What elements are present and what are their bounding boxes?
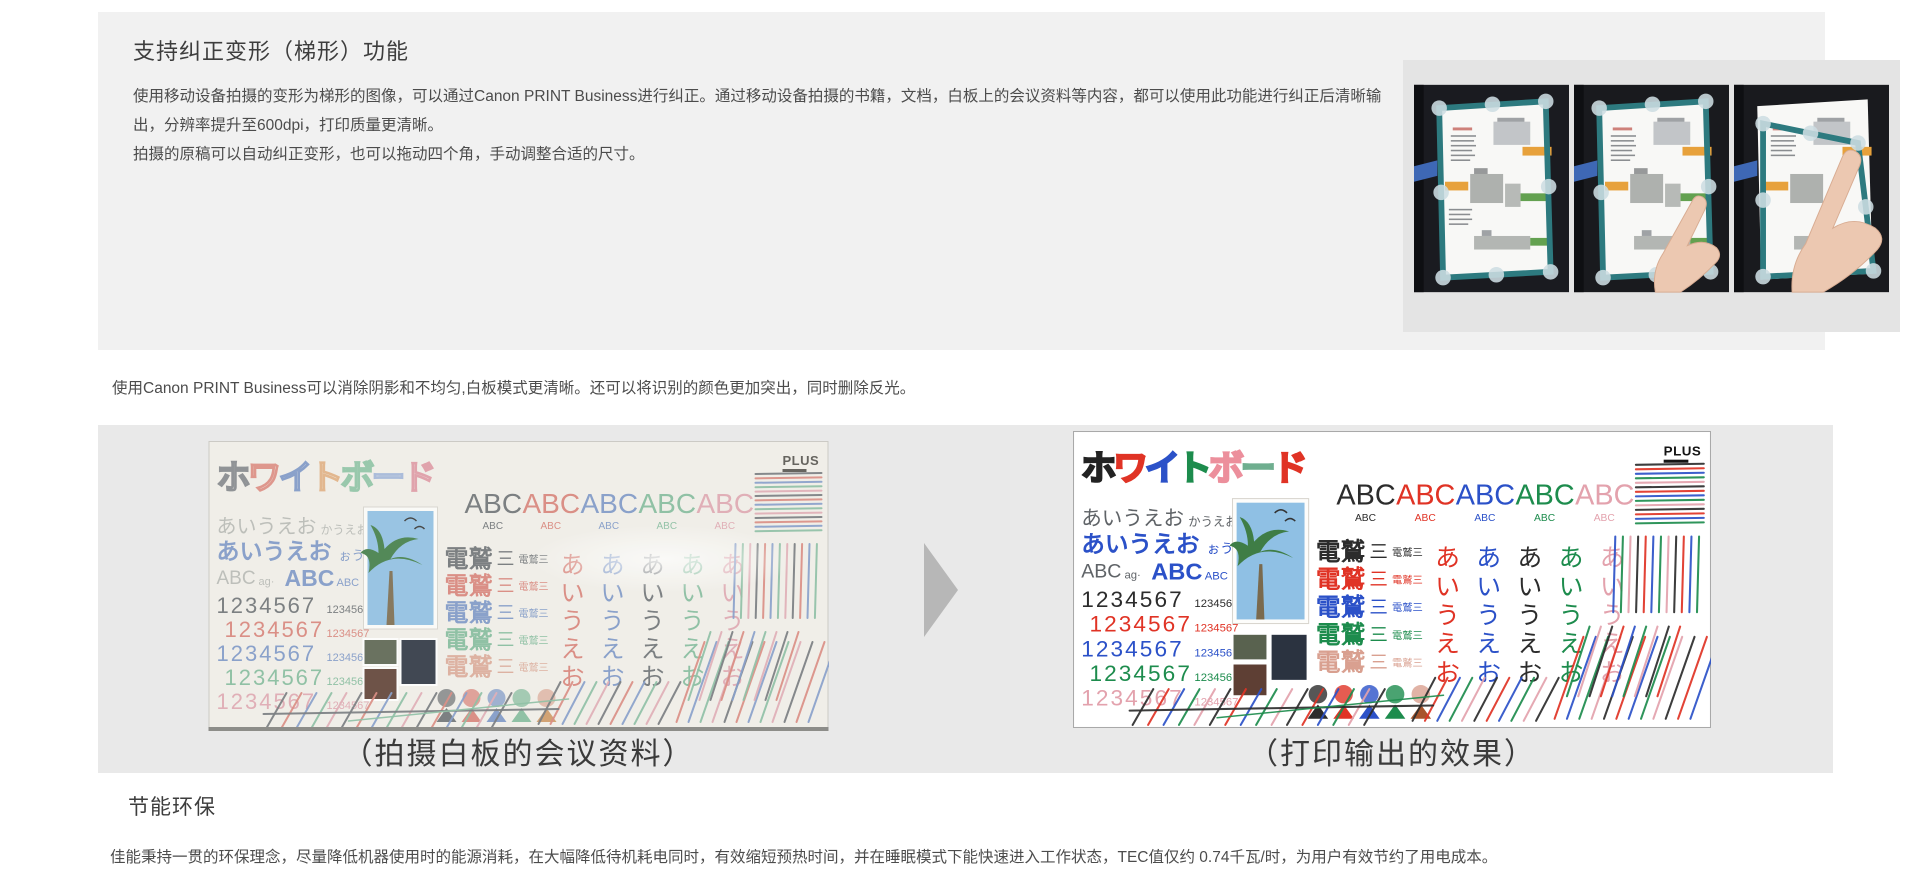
product-feature-page: 支持纠正变形（梯形）功能 使用移动设备拍摄的变形为梯形的图像，可以通过Canon… xyxy=(0,0,1920,896)
svg-text:あ: あ xyxy=(1600,545,1625,572)
svg-text:1234567: 1234567 xyxy=(1194,598,1238,610)
svg-text:あいうえお: あいうえお xyxy=(1081,532,1199,558)
svg-text:電鷲: 電鷲 xyxy=(1316,537,1366,566)
svg-text:い: い xyxy=(1559,574,1584,601)
svg-text:電鷲三: 電鷲三 xyxy=(1392,546,1423,559)
svg-text:う: う xyxy=(1518,603,1543,630)
svg-text:ABC: ABC xyxy=(1474,513,1496,524)
svg-text:ド: ド xyxy=(1273,449,1308,488)
svg-text:ABC: ABC xyxy=(1151,560,1202,586)
paragraph-line: 拍摄的原稿可以自动纠正变形，也可以拖动四个角，手动调整合适的尺寸。 xyxy=(133,140,1381,169)
svg-text:電鷲: 電鷲 xyxy=(1316,592,1366,621)
svg-text:かうえお: かうえお xyxy=(1188,515,1237,529)
svg-text:う: う xyxy=(1435,603,1460,630)
svg-text:あ: あ xyxy=(1476,545,1501,572)
whiteboard-intro-text: 使用Canon PRINT Business可以消除阴影和不均匀,白板模式更清晰… xyxy=(112,376,915,398)
svg-text:う: う xyxy=(1559,603,1584,630)
svg-text:ホ: ホ xyxy=(1081,449,1116,488)
svg-text:1234567: 1234567 xyxy=(1081,636,1184,661)
svg-text:お: お xyxy=(1476,660,1501,687)
svg-text:ABC: ABC xyxy=(1534,513,1556,524)
correction-step-2-image xyxy=(1574,82,1729,295)
svg-text:ABC: ABC xyxy=(1575,480,1634,512)
svg-text:え: え xyxy=(1518,631,1543,658)
svg-text:三: 三 xyxy=(1369,541,1388,562)
svg-text:電鷲: 電鷲 xyxy=(1316,620,1366,649)
svg-text:う: う xyxy=(1476,603,1501,630)
correction-steps-image xyxy=(1403,60,1900,332)
svg-text:あ: あ xyxy=(1559,545,1584,572)
svg-text:あ: あ xyxy=(1518,545,1543,572)
svg-text:ワ: ワ xyxy=(1113,449,1148,488)
svg-text:あ: あ xyxy=(1435,545,1460,572)
svg-text:PLUS: PLUS xyxy=(1664,444,1702,459)
svg-text:ABC: ABC xyxy=(1205,571,1228,583)
correction-step-3-image xyxy=(1734,82,1889,295)
svg-text:ボ: ボ xyxy=(1209,449,1244,488)
whiteboard-photo-image: ホワイトボードあいうえおかうえおあいうえおぉうえぉABCag·ABCABC123… xyxy=(208,441,829,731)
svg-text:ABC: ABC xyxy=(1336,480,1395,512)
svg-text:三: 三 xyxy=(1369,652,1388,673)
svg-text:ー: ー xyxy=(1241,449,1276,488)
correction-step-1-image xyxy=(1414,82,1569,295)
svg-text:電鷲三: 電鷲三 xyxy=(1392,629,1423,642)
svg-text:ABC: ABC xyxy=(1415,513,1437,524)
whiteboard-print-image: ホワイトボードあいうえおかうえおあいうえおぉうえぉABCag·ABCABC123… xyxy=(1073,431,1711,728)
caption-whiteboard-photo: （拍摄白板的会议资料） xyxy=(208,729,829,773)
svg-text:お: お xyxy=(1518,660,1543,687)
svg-text:ABC: ABC xyxy=(1456,480,1515,512)
svg-text:ag·: ag· xyxy=(1124,569,1140,581)
svg-text:い: い xyxy=(1476,574,1501,601)
svg-text:ト: ト xyxy=(1177,449,1212,488)
svg-text:ABC: ABC xyxy=(1594,513,1616,524)
svg-text:電鷲三: 電鷲三 xyxy=(1392,601,1423,614)
eco-section-title: 节能环保 xyxy=(128,791,216,821)
svg-text:い: い xyxy=(1518,574,1543,601)
paragraph-line: 出，分辨率提升至600dpi，打印质量更清晰。 xyxy=(133,111,1381,140)
svg-text:ABC: ABC xyxy=(1396,480,1455,512)
svg-text:三: 三 xyxy=(1369,596,1388,617)
svg-text:ABC: ABC xyxy=(1355,513,1377,524)
svg-text:ABC: ABC xyxy=(1515,480,1574,512)
svg-text:1234567: 1234567 xyxy=(1089,612,1192,637)
svg-text:ABC: ABC xyxy=(1081,560,1121,582)
correction-section-paragraph: 使用移动设备拍摄的变形为梯形的图像，可以通过Canon PRINT Busine… xyxy=(133,82,1381,169)
svg-text:1234567: 1234567 xyxy=(1081,587,1184,612)
paragraph-line: 使用移动设备拍摄的变形为梯形的图像，可以通过Canon PRINT Busine… xyxy=(133,82,1381,111)
svg-text:1234567: 1234567 xyxy=(1194,696,1238,708)
svg-text:イ: イ xyxy=(1145,449,1180,488)
svg-text:あいうえお: あいうえお xyxy=(1081,507,1184,530)
svg-text:三: 三 xyxy=(1369,569,1388,590)
svg-text:い: い xyxy=(1435,574,1460,601)
svg-text:三: 三 xyxy=(1369,624,1388,645)
svg-text:電鷲三: 電鷲三 xyxy=(1392,657,1423,670)
svg-text:電鷲: 電鷲 xyxy=(1316,648,1366,677)
svg-text:え: え xyxy=(1476,631,1501,658)
svg-text:1234567: 1234567 xyxy=(1089,661,1192,686)
eco-section-paragraph: 佳能秉持一贯的环保理念，尽量降低机器使用时的能源消耗，在大幅降低待机耗电同时，有… xyxy=(110,845,1497,867)
svg-text:え: え xyxy=(1435,631,1460,658)
caption-print-output: （打印输出的效果） xyxy=(1073,729,1711,773)
correction-section-title: 支持纠正变形（梯形）功能 xyxy=(133,34,409,66)
svg-text:電鷲: 電鷲 xyxy=(1316,565,1366,594)
arrow-right-icon xyxy=(924,543,958,637)
svg-text:電鷲三: 電鷲三 xyxy=(1392,574,1423,587)
